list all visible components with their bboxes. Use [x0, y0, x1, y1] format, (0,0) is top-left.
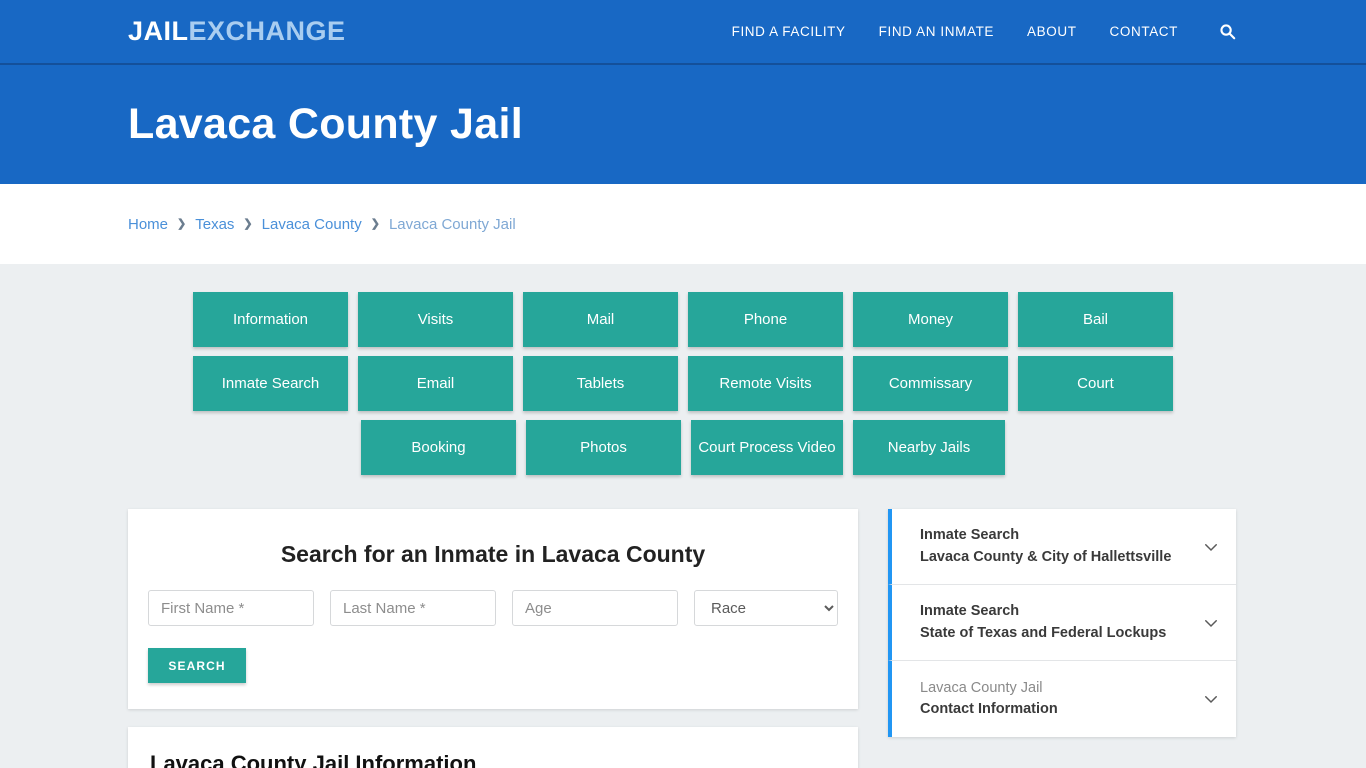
nav-item-find-an-inmate[interactable]: FIND AN INMATE — [879, 24, 994, 39]
breadcrumb-item-current: Lavaca County Jail — [388, 215, 516, 233]
tile-court[interactable]: Court — [1018, 356, 1173, 411]
tile-mail[interactable]: Mail — [523, 292, 678, 347]
tile-nearby-jails[interactable]: Nearby Jails — [853, 420, 1005, 475]
logo-text-secondary: EXCHANGE — [188, 16, 346, 46]
accordion-item-line2: State of Texas and Federal Lockups — [920, 624, 1167, 641]
chevron-right-icon: ❯ — [243, 217, 253, 230]
tile-remote-visits[interactable]: Remote Visits — [688, 356, 843, 411]
breadcrumb-item-texas[interactable]: Texas — [195, 216, 234, 233]
chevron-right-icon: ❯ — [177, 217, 187, 230]
page-title: Lavaca County Jail — [128, 99, 523, 148]
chevron-right-icon: ❯ — [370, 217, 380, 230]
accordion-item-line2: Lavaca County & City of Hallettsville — [920, 548, 1172, 565]
lower-content-area: Search for an Inmate in Lavaca County Ra… — [128, 509, 1238, 768]
inmate-search-heading: Search for an Inmate in Lavaca County — [280, 541, 706, 567]
age-input[interactable] — [512, 590, 678, 626]
tile-visits[interactable]: Visits — [358, 292, 513, 347]
tile-phone[interactable]: Phone — [688, 292, 843, 347]
jail-information-heading: Lavaca County Jail Information — [150, 751, 477, 768]
tile-tablets[interactable]: Tablets — [523, 356, 678, 411]
accordion-item-inmate-search-state[interactable]: Inmate Search State of Texas and Federal… — [888, 585, 1236, 661]
accordion-item-line1: Inmate Search — [920, 603, 1020, 620]
tile-email[interactable]: Email — [358, 356, 513, 411]
accordion-item-contact-information[interactable]: Lavaca County Jail Contact Information — [888, 661, 1236, 737]
first-name-input[interactable] — [148, 590, 314, 626]
race-select[interactable]: Race — [694, 590, 838, 626]
top-navigation-bar: JAILEXCHANGE FIND A FACILITY FIND AN INM… — [0, 0, 1366, 65]
nav-item-contact[interactable]: CONTACT — [1110, 24, 1178, 39]
main-content: Information Visits Mail Phone Money Bail… — [0, 264, 1366, 768]
breadcrumb: Home ❯ Texas ❯ Lavaca County ❯ Lavaca Co… — [128, 216, 516, 233]
sidebar-accordion: Inmate Search Lavaca County & City of Ha… — [888, 509, 1236, 737]
tile-information[interactable]: Information — [193, 292, 348, 347]
breadcrumb-bar: Home ❯ Texas ❯ Lavaca County ❯ Lavaca Co… — [0, 184, 1366, 264]
accordion-item-line1: Inmate Search — [920, 527, 1020, 544]
tile-bail[interactable]: Bail — [1018, 292, 1173, 347]
accordion-item-text: Lavaca County Jail Contact Information — [920, 678, 1192, 720]
accordion-item-inmate-search-county[interactable]: Inmate Search Lavaca County & City of Ha… — [888, 509, 1236, 585]
nav-item-find-a-facility[interactable]: FIND A FACILITY — [732, 24, 846, 39]
accordion-item-line2: Contact Information — [920, 701, 1058, 717]
sidebar-column: Inmate Search Lavaca County & City of Ha… — [888, 509, 1236, 737]
tile-commissary[interactable]: Commissary — [853, 356, 1008, 411]
breadcrumb-item-home[interactable]: Home — [128, 216, 168, 233]
tile-money[interactable]: Money — [853, 292, 1008, 347]
accordion-item-text: Inmate Search Lavaca County & City of Ha… — [920, 525, 1192, 567]
accordion-item-line1: Lavaca County Jail — [920, 679, 1043, 696]
jail-information-card: Lavaca County Jail Information — [128, 727, 858, 768]
page-title-banner: Lavaca County Jail — [0, 65, 1366, 184]
site-logo[interactable]: JAILEXCHANGE — [128, 18, 346, 45]
inmate-search-fields: Race — [148, 590, 838, 626]
search-icon[interactable] — [1216, 21, 1238, 43]
tile-photos[interactable]: Photos — [526, 420, 681, 475]
tile-court-process-video[interactable]: Court Process Video — [691, 420, 843, 475]
accordion-item-text: Inmate Search State of Texas and Federal… — [920, 601, 1192, 643]
main-nav-links: FIND A FACILITY FIND AN INMATE ABOUT CON… — [732, 21, 1238, 43]
breadcrumb-item-lavaca-county[interactable]: Lavaca County — [262, 216, 362, 233]
last-name-input[interactable] — [330, 590, 496, 626]
logo-text-primary: JAIL — [128, 16, 189, 46]
search-submit-button[interactable]: SEARCH — [148, 648, 246, 683]
inmate-search-card: Search for an Inmate in Lavaca County Ra… — [128, 509, 858, 709]
nav-item-about[interactable]: ABOUT — [1027, 24, 1077, 39]
facility-section-tiles: Information Visits Mail Phone Money Bail… — [133, 292, 1233, 475]
chevron-down-icon[interactable] — [1200, 688, 1222, 710]
chevron-down-icon[interactable] — [1200, 612, 1222, 634]
tile-inmate-search[interactable]: Inmate Search — [193, 356, 348, 411]
main-column: Search for an Inmate in Lavaca County Ra… — [128, 509, 858, 768]
chevron-down-icon[interactable] — [1200, 536, 1222, 558]
tile-booking[interactable]: Booking — [361, 420, 516, 475]
